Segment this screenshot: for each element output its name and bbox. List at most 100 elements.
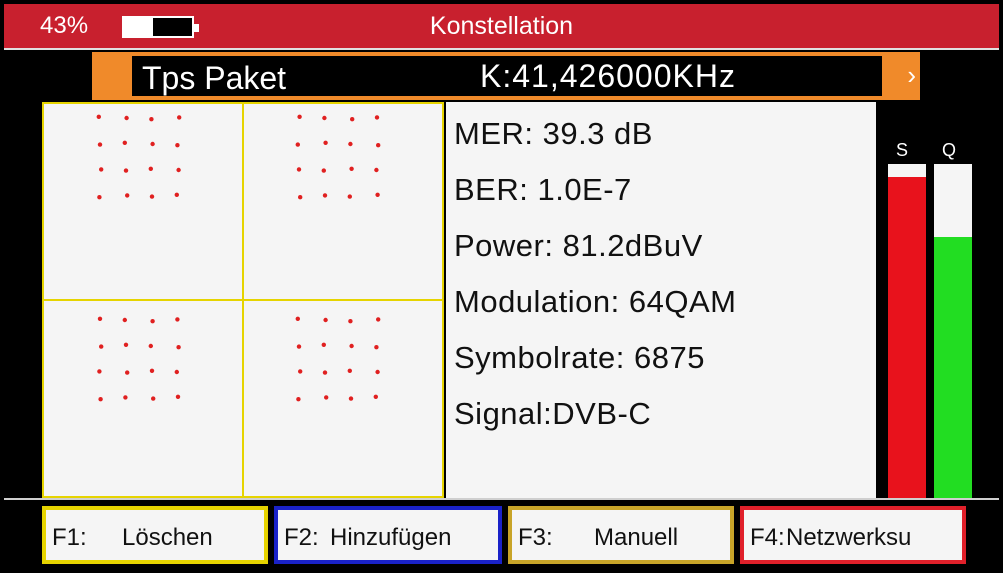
constellation-point (296, 344, 302, 349)
f3-manual-button[interactable]: F3: Manuell (508, 506, 734, 564)
constellation-point (324, 395, 329, 400)
power-value: Power: 81.2dBuV (454, 228, 703, 263)
constellation-point (374, 345, 379, 350)
constellation-point (177, 115, 182, 120)
constellation-point (349, 166, 354, 171)
modulation-value: Modulation: 64QAM (454, 284, 737, 319)
constellation-point (322, 193, 328, 198)
constellation-point (123, 168, 129, 173)
f2-add-button[interactable]: F2: Hinzufügen (274, 506, 502, 564)
constellation-point (150, 141, 155, 147)
constellation-point (176, 167, 181, 173)
signal-meters: S Q (878, 102, 999, 498)
constellation-point (297, 114, 302, 119)
constellation-point (96, 114, 101, 119)
constellation-point (97, 316, 103, 321)
f4-key: F4: (750, 524, 785, 551)
quality-label: Q (942, 140, 957, 160)
constellation-point (122, 317, 128, 323)
f1-key: F1: (52, 524, 87, 551)
f1-label: Löschen (122, 524, 213, 551)
constellation-point (321, 342, 326, 347)
constellation-point (148, 166, 153, 171)
constellation-point (99, 167, 104, 172)
constellation-point (348, 396, 354, 401)
constellation-point (296, 397, 301, 402)
f3-label: Manuell (594, 524, 679, 551)
transponder-frequency: K:41,426000KHz (480, 58, 736, 94)
constellation-point (149, 117, 154, 122)
title-bar: 43% Konstellation (4, 4, 999, 50)
signal-info-panel: MER: 39.3 dB BER: 1.0E-7 Power: 81.2dBuV… (446, 102, 876, 498)
constellation-point (296, 167, 302, 172)
constellation-point (149, 194, 155, 199)
constellation-plot (44, 104, 442, 496)
f1-delete-button[interactable]: F1: Löschen (42, 506, 268, 564)
signal-type-value: Signal:DVB-C (454, 396, 652, 431)
symbolrate-value: Symbolrate: 6875 (454, 340, 705, 375)
constellation-point (347, 194, 352, 199)
constellation-point (98, 397, 103, 402)
constellation-point (148, 343, 153, 349)
constellation-point (174, 369, 179, 375)
strength-label: S (896, 140, 909, 160)
constellation-point (348, 319, 353, 324)
transponder-selector[interactable]: Tps Paket K:41,426000KHz › (92, 52, 920, 100)
constellation-point (323, 140, 328, 145)
constellation-point (151, 396, 156, 401)
constellation-point (124, 115, 129, 121)
constellation-point (176, 345, 181, 350)
f2-label: Hinzufügen (330, 524, 452, 551)
constellation-point (125, 193, 130, 198)
constellation-point (295, 142, 300, 147)
page-title: Konstellation (429, 12, 574, 40)
chevron-right-icon[interactable]: › (907, 60, 916, 91)
constellation-point (322, 115, 327, 121)
constellation-point (350, 117, 355, 122)
constellation-point (376, 143, 381, 148)
constellation-point (348, 141, 353, 147)
constellation-point (375, 369, 380, 375)
constellation-point (175, 143, 180, 148)
constellation-point (376, 317, 381, 322)
constellation-point (375, 192, 380, 197)
constellation-point (322, 370, 328, 375)
quality-level (934, 237, 972, 498)
transponder-name: Tps Paket (142, 60, 287, 96)
constellation-point (99, 344, 104, 349)
constellation-point (347, 368, 352, 373)
constellation-point (122, 140, 128, 145)
quality-bar (934, 164, 972, 498)
constellation-point (97, 195, 102, 200)
f4-label: Netzwerksu (786, 524, 912, 551)
ber-value: BER: 1.0E-7 (454, 172, 632, 207)
constellation-point (174, 192, 179, 197)
constellation-point (123, 395, 128, 400)
constellation-point (349, 343, 354, 349)
meter-screen: 43% Konstellation Tps Paket K:41,426000K… (4, 4, 999, 569)
constellation-point (373, 394, 378, 399)
constellation-point (295, 316, 300, 321)
constellation-point (125, 370, 130, 375)
constellation-point (298, 195, 303, 200)
f4-network-scan-button[interactable]: F4: Netzwerksu (740, 506, 966, 564)
f2-key: F2: (284, 524, 319, 551)
function-key-bar: F1: Löschen F2: Hinzufügen F3: Manuell F… (4, 498, 999, 569)
constellation-point (97, 142, 103, 147)
constellation-point (149, 368, 155, 373)
constellation-point (374, 167, 379, 173)
constellation-point (97, 369, 102, 374)
constellation-diagram (42, 102, 444, 498)
constellation-point (374, 115, 380, 120)
constellation-point (323, 317, 328, 323)
constellation-point (175, 317, 180, 322)
constellation-point (150, 319, 155, 324)
strength-bar (888, 164, 926, 498)
strength-level (888, 177, 926, 498)
f3-key: F3: (518, 524, 553, 551)
mer-value: MER: 39.3 dB (454, 116, 653, 151)
constellation-point (175, 394, 181, 399)
constellation-point (123, 342, 129, 347)
constellation-point (321, 168, 326, 173)
constellation-point (298, 369, 303, 374)
